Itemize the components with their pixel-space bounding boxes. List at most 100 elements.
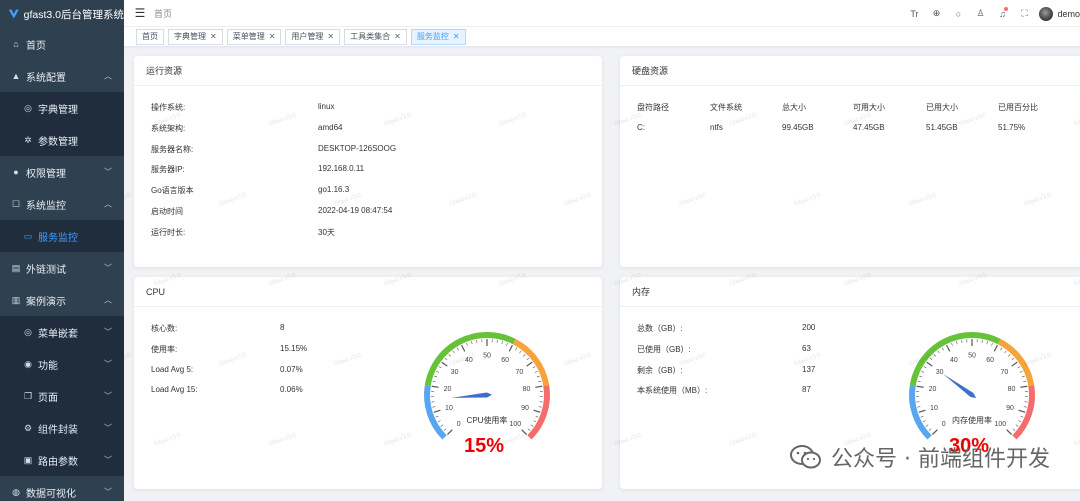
row-label: Load Avg 15: bbox=[151, 385, 198, 395]
sidebar-item-11[interactable]: ❐ 页面 ﹀ bbox=[0, 380, 124, 412]
gauge-major-tick bbox=[521, 429, 528, 436]
gauge-minor-tick bbox=[437, 420, 441, 423]
background-watermark: Gfast-v3.0 bbox=[219, 47, 247, 48]
chevron-down-icon: ﹀ bbox=[104, 263, 112, 273]
sidebar-item-1[interactable]: ▲ 系统配置 ︿ bbox=[0, 60, 124, 92]
chevron-down-icon: ﹀ bbox=[104, 423, 112, 433]
sidebar-item-3[interactable]: ✲ 参数管理 bbox=[0, 124, 124, 156]
dict-icon: ◎ bbox=[24, 102, 32, 113]
gauge-minor-tick bbox=[448, 353, 451, 357]
sidebar-item-7[interactable]: ▤ 外链测试 ﹀ bbox=[0, 252, 124, 284]
sidebar-item-2[interactable]: ◎ 字典管理 bbox=[0, 92, 124, 124]
row-label: 服务器名称: bbox=[151, 144, 194, 154]
app-title: gfast3.0后台管理系统 bbox=[23, 8, 124, 21]
gauge-tick-label: 80 bbox=[523, 386, 531, 393]
sidebar-item-9[interactable]: ◎ 菜单嵌套 ﹀ bbox=[0, 316, 124, 348]
gauge-minor-tick bbox=[435, 415, 439, 418]
gauge-minor-tick bbox=[538, 406, 542, 408]
gauge-minor-tick bbox=[1011, 357, 1015, 361]
gauge-tick-label: 70 bbox=[515, 369, 523, 376]
row-label: 总数（GB）: bbox=[637, 324, 683, 333]
disk-header-cell: 文件系统 bbox=[710, 103, 742, 112]
gauge-minor-tick bbox=[466, 342, 468, 346]
gauge-minor-tick bbox=[496, 339, 498, 343]
close-icon[interactable]: ✕ bbox=[327, 32, 334, 41]
hamburger-icon[interactable]: ☰ bbox=[128, 0, 152, 27]
close-icon[interactable]: ✕ bbox=[269, 32, 276, 41]
wechat-watermark: 公众号 · 前端组件开发 bbox=[789, 441, 1050, 473]
sidebar-item-label: 参数管理 bbox=[38, 136, 78, 148]
sidebar-item-10[interactable]: ◉ 功能 ﹀ bbox=[0, 348, 124, 380]
sidebar-item-12[interactable]: ⚙ 组件封装 ﹀ bbox=[0, 412, 124, 444]
sidebar-item-6[interactable]: ▭ 服务监控 bbox=[0, 220, 124, 252]
component-icon: ⚙ bbox=[23, 422, 33, 433]
system-config-icon: ▲ bbox=[11, 71, 21, 81]
chevron-up-icon: ︿ bbox=[104, 295, 112, 305]
gauge-minor-tick bbox=[1020, 415, 1024, 418]
tab-3[interactable]: 用户管理 ✕ bbox=[285, 28, 341, 45]
gauge-minor-tick bbox=[991, 342, 993, 346]
params-icon: ✲ bbox=[24, 134, 32, 145]
sidebar-item-13[interactable]: ▣ 路由参数 ﹀ bbox=[0, 444, 124, 476]
demo-icon: ▥ bbox=[11, 294, 21, 305]
close-icon[interactable]: ✕ bbox=[210, 32, 217, 41]
gauge-minor-tick bbox=[533, 420, 537, 423]
language-icon[interactable]: ⊕ bbox=[925, 0, 947, 27]
breadcrumb[interactable]: 首页 bbox=[154, 7, 172, 20]
gauge-title: CPU使用率 bbox=[467, 415, 508, 425]
gauge-minor-tick bbox=[432, 406, 436, 408]
gauge-tick-label: 30 bbox=[936, 369, 944, 376]
tab-4[interactable]: 工具类集合 ✕ bbox=[344, 28, 407, 45]
function-icon: ◉ bbox=[24, 358, 32, 369]
gauge-tick-label: 90 bbox=[1006, 405, 1014, 412]
gauge-tick-label: 10 bbox=[445, 405, 453, 412]
app-logo[interactable]: gfast3.0后台管理系统 bbox=[0, 0, 124, 28]
bell-icon[interactable]: ♫ bbox=[991, 0, 1013, 27]
gauge-minor-tick bbox=[917, 406, 921, 408]
row-label: 核心数: bbox=[151, 324, 178, 333]
theme-shirt-icon[interactable]: ♙ bbox=[969, 0, 991, 27]
gauge-minor-tick bbox=[530, 424, 534, 427]
gauge-title: 内存使用率 bbox=[952, 415, 992, 425]
gauge-minor-tick bbox=[986, 341, 988, 345]
memory-title: 内存 bbox=[620, 277, 1080, 307]
wechat-icon bbox=[790, 445, 822, 469]
row-value: 8 bbox=[280, 323, 285, 332]
row-label: Load Avg 5: bbox=[151, 364, 194, 374]
sidebar-item-14[interactable]: ◍ 数据可视化 ﹀ bbox=[0, 476, 124, 501]
close-icon[interactable]: ✕ bbox=[394, 32, 401, 41]
sidebar-item-label: 字典管理 bbox=[38, 104, 78, 116]
sidebar-item-5[interactable]: ☐ 系统监控 ︿ bbox=[0, 188, 124, 220]
gauge-major-tick bbox=[446, 429, 453, 436]
gauge-major-tick bbox=[1020, 385, 1028, 388]
row-label: 服务器IP: bbox=[151, 165, 185, 175]
close-icon[interactable]: ✕ bbox=[453, 32, 460, 41]
fullscreen-icon[interactable]: ⛶ bbox=[1013, 0, 1035, 27]
row-label: 运行时长: bbox=[151, 227, 186, 237]
font-size-icon[interactable]: Tr bbox=[903, 0, 925, 27]
username[interactable]: demo bbox=[1057, 9, 1080, 19]
gauge-minor-tick bbox=[928, 428, 932, 431]
gauge-minor-tick bbox=[438, 366, 442, 369]
gauge-major-tick bbox=[1018, 409, 1026, 413]
gauge-minor-tick bbox=[1023, 406, 1027, 408]
sidebar-item-0[interactable]: ⌂ 首页 bbox=[0, 28, 124, 60]
gauge-pointer bbox=[942, 373, 977, 398]
gauge-major-tick bbox=[526, 361, 533, 367]
tab-5[interactable]: 服务监控 ✕ bbox=[410, 28, 466, 45]
sidebar-item-8[interactable]: ▥ 案例演示 ︿ bbox=[0, 284, 124, 316]
avatar[interactable] bbox=[1039, 6, 1054, 21]
tab-2[interactable]: 菜单管理 ✕ bbox=[226, 28, 282, 45]
user-icon: ● bbox=[13, 167, 19, 177]
row-value: 192.168.0.11 bbox=[318, 164, 365, 174]
sidebar-item-label: 案例演示 bbox=[26, 296, 66, 308]
tab-1[interactable]: 字典管理 ✕ bbox=[168, 28, 223, 45]
disk-header-cell: 盘符路径 bbox=[637, 103, 669, 112]
search-icon[interactable]: ○ bbox=[947, 0, 969, 27]
gauge-major-tick bbox=[441, 361, 448, 367]
gauge-minor-tick bbox=[929, 357, 933, 361]
tab-label: 菜单管理 bbox=[232, 32, 265, 41]
row-value: go1.16.3 bbox=[318, 185, 350, 195]
tab-0[interactable]: 首页 bbox=[136, 28, 164, 45]
sidebar-item-4[interactable]: ● 权限管理 ﹀ bbox=[0, 156, 124, 188]
